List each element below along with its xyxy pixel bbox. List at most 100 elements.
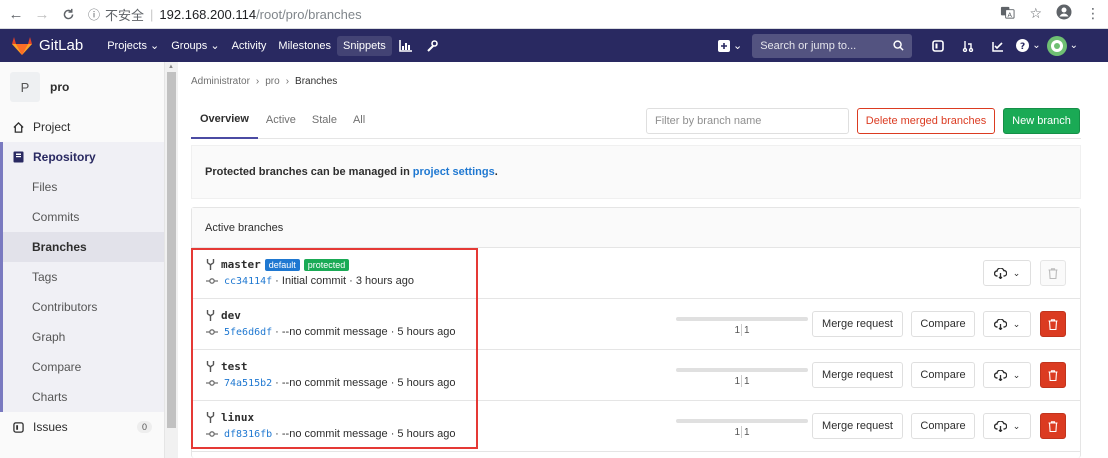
merge-request-button[interactable]: Merge request bbox=[812, 362, 903, 388]
merge-request-button[interactable]: Merge request bbox=[812, 413, 903, 439]
branch-name[interactable]: test bbox=[221, 360, 248, 373]
sidebar-item-branches[interactable]: Branches bbox=[3, 232, 164, 262]
sidebar-item-contributors[interactable]: Contributors bbox=[3, 292, 164, 322]
plus-square-icon bbox=[718, 39, 730, 52]
branch-icon bbox=[206, 310, 215, 321]
translate-icon[interactable]: A bbox=[1000, 5, 1015, 23]
delete-merged-branches-button[interactable]: Delete merged branches bbox=[857, 108, 995, 134]
chart-icon[interactable] bbox=[392, 36, 419, 56]
commit-icon bbox=[206, 430, 218, 438]
nav-activity[interactable]: Activity bbox=[226, 36, 273, 56]
commits-ahead: 1 bbox=[744, 376, 750, 387]
browser-menu-icon[interactable]: ⋮ bbox=[1086, 5, 1100, 22]
nav-snippets[interactable]: Snippets bbox=[337, 35, 392, 56]
download-button[interactable]: ⌄ bbox=[983, 413, 1031, 439]
table-row: linux df8316fb · --no commit message · 5… bbox=[192, 401, 1080, 452]
branch-name[interactable]: dev bbox=[221, 309, 241, 322]
bookmark-star-icon[interactable]: ☆ bbox=[1029, 5, 1042, 22]
branch-name[interactable]: master bbox=[221, 258, 261, 271]
compare-button[interactable]: Compare bbox=[911, 362, 975, 388]
breadcrumb-administrator[interactable]: Administrator bbox=[191, 76, 250, 87]
notice-end: . bbox=[494, 166, 498, 178]
sidebar-item-charts[interactable]: Charts bbox=[3, 382, 164, 412]
cloud-download-icon bbox=[993, 369, 1007, 381]
sidebar-item-project[interactable]: Project bbox=[0, 112, 164, 142]
panel-title: Active branches bbox=[192, 208, 1080, 248]
compare-button[interactable]: Compare bbox=[911, 413, 975, 439]
gitlab-logo[interactable]: GitLab bbox=[12, 36, 83, 55]
cloud-download-icon bbox=[993, 267, 1007, 279]
sidebar-item-label: Issues bbox=[33, 420, 68, 434]
sidebar-scrollbar[interactable]: ▲ bbox=[165, 62, 178, 458]
chevron-down-icon: ⌄ bbox=[1012, 420, 1021, 431]
admin-wrench-icon[interactable] bbox=[419, 36, 445, 56]
nav-projects[interactable]: Projects ⌄ bbox=[101, 35, 165, 56]
trash-icon bbox=[1048, 369, 1058, 381]
search-box[interactable] bbox=[752, 33, 913, 58]
tab-active[interactable]: Active bbox=[258, 102, 304, 139]
sidebar-item-files[interactable]: Files bbox=[3, 172, 164, 202]
breadcrumb-pro[interactable]: pro bbox=[265, 76, 279, 87]
filter-branch-input[interactable] bbox=[646, 108, 849, 134]
trash-icon bbox=[1048, 420, 1058, 432]
delete-branch-button[interactable] bbox=[1040, 260, 1066, 286]
breadcrumb: Administrator › pro › Branches bbox=[191, 76, 337, 87]
account-icon[interactable] bbox=[1056, 4, 1072, 23]
sidebar-item-tags[interactable]: Tags bbox=[3, 262, 164, 292]
commit-sha-link[interactable]: df8316fb bbox=[224, 429, 272, 440]
merge-requests-icon[interactable] bbox=[956, 34, 980, 58]
commit-sha-link[interactable]: 74a515b2 bbox=[224, 378, 272, 389]
scrollbar-thumb[interactable] bbox=[167, 72, 176, 428]
todos-icon[interactable] bbox=[986, 34, 1010, 58]
tab-stale[interactable]: Stale bbox=[304, 102, 345, 139]
address-bar[interactable]: ⓘ 不安全 | 192.168.200.114 /root/pro/branch… bbox=[88, 3, 362, 25]
delete-branch-button[interactable] bbox=[1040, 413, 1066, 439]
notice-text: Protected branches can be managed in bbox=[205, 166, 410, 178]
project-sidebar: P pro Project Repository Files Commits B… bbox=[0, 62, 165, 458]
help-icon[interactable]: ? ⌄ bbox=[1016, 34, 1041, 58]
download-button[interactable]: ⌄ bbox=[983, 311, 1031, 337]
trash-icon bbox=[1048, 318, 1058, 330]
back-icon[interactable]: ← bbox=[6, 4, 26, 24]
commit-sha-link[interactable]: 5fe6d6df bbox=[224, 327, 272, 338]
new-branch-button[interactable]: New branch bbox=[1003, 108, 1080, 134]
sidebar-item-commits[interactable]: Commits bbox=[3, 202, 164, 232]
project-settings-link[interactable]: project settings bbox=[413, 166, 495, 178]
commit-sha-link[interactable]: cc34114f bbox=[224, 276, 272, 287]
breadcrumb-separator: › bbox=[285, 76, 290, 87]
compare-button[interactable]: Compare bbox=[911, 311, 975, 337]
nav-groups[interactable]: Groups ⌄ bbox=[165, 35, 225, 56]
new-dropdown-button[interactable]: ⌄ bbox=[718, 39, 742, 52]
table-row: dev 5fe6d6df · --no commit message · 5 h… bbox=[192, 299, 1080, 350]
home-icon bbox=[13, 121, 27, 133]
trash-icon bbox=[1048, 267, 1058, 279]
issues-count-badge: 0 bbox=[136, 421, 152, 433]
sidebar-item-repository[interactable]: Repository bbox=[0, 142, 164, 172]
sidebar-item-graph[interactable]: Graph bbox=[3, 322, 164, 352]
table-row: test 74a515b2 · --no commit message · 5 … bbox=[192, 350, 1080, 401]
download-button[interactable]: ⌄ bbox=[983, 260, 1031, 286]
project-avatar: P bbox=[10, 72, 40, 102]
download-button[interactable]: ⌄ bbox=[983, 362, 1031, 388]
branch-name[interactable]: linux bbox=[221, 411, 254, 424]
delete-branch-button[interactable] bbox=[1040, 362, 1066, 388]
sidebar-project-header[interactable]: P pro bbox=[0, 62, 164, 112]
info-icon[interactable]: ⓘ bbox=[88, 6, 100, 23]
delete-branch-button[interactable] bbox=[1040, 311, 1066, 337]
user-menu-button[interactable]: ⌄ bbox=[1046, 35, 1078, 56]
sidebar-item-issues[interactable]: Issues 0 bbox=[0, 412, 164, 442]
merge-request-button[interactable]: Merge request bbox=[812, 311, 903, 337]
issues-icon[interactable] bbox=[926, 34, 950, 58]
commits-ahead: 1 bbox=[744, 427, 750, 438]
divergence-graph: 1 1 bbox=[676, 368, 808, 390]
tab-overview[interactable]: Overview bbox=[191, 102, 258, 139]
nav-milestones[interactable]: Milestones bbox=[272, 36, 337, 56]
chevron-down-icon: ⌄ bbox=[733, 40, 743, 52]
forward-icon[interactable]: → bbox=[32, 4, 52, 24]
search-input[interactable] bbox=[760, 39, 881, 52]
breadcrumb-branches[interactable]: Branches bbox=[295, 76, 337, 87]
scroll-up-icon[interactable]: ▲ bbox=[168, 64, 174, 70]
sidebar-item-compare[interactable]: Compare bbox=[3, 352, 164, 382]
reload-icon[interactable] bbox=[58, 4, 78, 24]
tab-all[interactable]: All bbox=[345, 102, 373, 139]
